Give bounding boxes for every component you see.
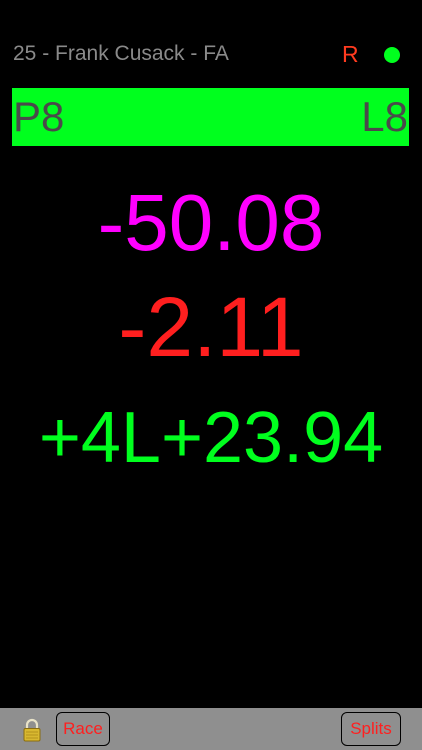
driver-label: 25 - Frank Cusack - FA	[13, 42, 229, 65]
header: 25 - Frank Cusack - FA R	[0, 38, 422, 78]
lap-label: L8	[361, 93, 408, 140]
delta-readout: -2.11	[118, 280, 304, 374]
lap-gap-readout: +4L+23.94	[38, 398, 384, 478]
splits-button[interactable]: Splits	[341, 712, 401, 746]
race-button[interactable]: Race	[56, 712, 110, 746]
position-bar: P8 L8	[12, 88, 409, 146]
lock-icon[interactable]	[22, 718, 42, 742]
position-label: P8	[13, 93, 65, 140]
gap-readout: -50.08	[97, 178, 325, 267]
bottom-toolbar: Race Splits	[0, 708, 422, 750]
status-dot-icon	[384, 47, 400, 63]
r-indicator: R	[342, 41, 359, 67]
